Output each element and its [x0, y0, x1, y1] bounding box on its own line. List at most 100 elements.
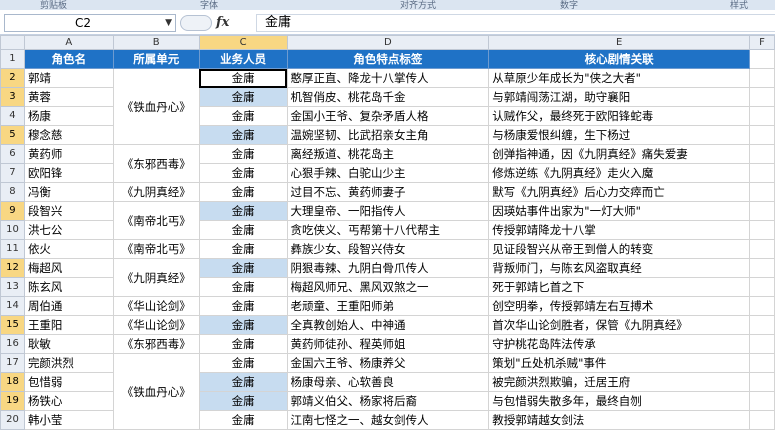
- empty-cell[interactable]: [748, 410, 775, 430]
- empty-cell[interactable]: [748, 87, 775, 107]
- cell-name[interactable]: 包惜弱: [23, 372, 114, 392]
- cell-plot[interactable]: 守护桃花岛阵法传承: [488, 334, 750, 354]
- column-header-e[interactable]: E: [488, 35, 750, 50]
- cell-tag[interactable]: 贪吃侠义、丐帮第十八代帮主: [286, 220, 490, 240]
- cell-name[interactable]: 欧阳锋: [23, 163, 114, 183]
- cell-staff[interactable]: 金庸: [198, 391, 288, 411]
- empty-cell[interactable]: [748, 220, 775, 240]
- row-header[interactable]: 4: [0, 106, 25, 126]
- empty-cell[interactable]: [748, 296, 775, 316]
- cell-tag[interactable]: 黄药师徒孙、程英师姐: [286, 334, 490, 354]
- row-header[interactable]: 17: [0, 353, 25, 373]
- cell-tag[interactable]: 梅超风师兄、黑风双煞之一: [286, 277, 490, 297]
- cell-unit[interactable]: 《九阴真经》: [112, 182, 200, 202]
- cell-plot[interactable]: 修炼逆练《九阴真经》走火入魔: [488, 163, 750, 183]
- cell-staff[interactable]: 金庸: [198, 68, 288, 88]
- row-header[interactable]: 12: [0, 258, 25, 278]
- cell-staff[interactable]: 金庸: [198, 182, 288, 202]
- empty-cell[interactable]: [748, 315, 775, 335]
- row-header[interactable]: 10: [0, 220, 25, 240]
- empty-cell[interactable]: [748, 258, 775, 278]
- empty-cell[interactable]: [748, 106, 775, 126]
- cell-staff[interactable]: 金庸: [198, 277, 288, 297]
- cell-name[interactable]: 韩小莹: [23, 410, 114, 430]
- cell-plot[interactable]: 与包惜弱失散多年，最终自刎: [488, 391, 750, 411]
- cell-staff[interactable]: 金庸: [198, 334, 288, 354]
- cell-tag[interactable]: 机智俏皮、桃花岛千金: [286, 87, 490, 107]
- cell-unit[interactable]: 《东邪西毒》: [112, 144, 200, 183]
- cell-staff[interactable]: 金庸: [198, 372, 288, 392]
- row-header[interactable]: 9: [0, 201, 25, 221]
- cell-staff[interactable]: 金庸: [198, 239, 288, 259]
- cell-staff[interactable]: 金庸: [198, 258, 288, 278]
- cell-plot[interactable]: 背叛师门，与陈玄风盗取真经: [488, 258, 750, 278]
- cell-plot[interactable]: 与郭靖闯荡江湖，助守襄阳: [488, 87, 750, 107]
- row-header[interactable]: 7: [0, 163, 25, 183]
- row-header[interactable]: 13: [0, 277, 25, 297]
- cell-plot[interactable]: 认贼作父，最终死于欧阳锋蛇毒: [488, 106, 750, 126]
- cell-staff[interactable]: 金庸: [198, 201, 288, 221]
- cell-plot[interactable]: 因瑛姑事件出家为"一灯大师": [488, 201, 750, 221]
- cell-tag[interactable]: 温婉坚韧、比武招亲女主角: [286, 125, 490, 145]
- column-header-f[interactable]: F: [748, 35, 775, 50]
- row-header[interactable]: 18: [0, 372, 25, 392]
- cell-plot[interactable]: 默写《九阴真经》后心力交瘁而亡: [488, 182, 750, 202]
- row-header[interactable]: 11: [0, 239, 25, 259]
- cell-staff[interactable]: 金庸: [198, 125, 288, 145]
- cell-plot[interactable]: 创空明拳，传授郭靖左右互搏术: [488, 296, 750, 316]
- cell-staff[interactable]: 金庸: [198, 410, 288, 430]
- cell-plot[interactable]: 首次华山论剑胜者，保管《九阴真经》: [488, 315, 750, 335]
- cell-staff[interactable]: 金庸: [198, 163, 288, 183]
- select-all-corner[interactable]: [0, 35, 25, 50]
- cell-plot[interactable]: 被完颜洪烈欺骗，迁居王府: [488, 372, 750, 392]
- row-header[interactable]: 16: [0, 334, 25, 354]
- cell-tag[interactable]: 老顽童、王重阳师弟: [286, 296, 490, 316]
- cell-plot[interactable]: 与杨康爱恨纠缠，生下杨过: [488, 125, 750, 145]
- cell-unit[interactable]: 《东邪西毒》: [112, 334, 200, 354]
- row-header[interactable]: 8: [0, 182, 25, 202]
- cell-name[interactable]: 洪七公: [23, 220, 114, 240]
- cell-tag[interactable]: 离经叛道、桃花岛主: [286, 144, 490, 164]
- insert-function-icon[interactable]: fx: [216, 15, 229, 30]
- empty-cell[interactable]: [748, 68, 775, 88]
- cell-plot[interactable]: 见证段智兴从帝王到僧人的转变: [488, 239, 750, 259]
- empty-cell[interactable]: [748, 144, 775, 164]
- cell-plot[interactable]: 教授郭靖越女剑法: [488, 410, 750, 430]
- formula-input[interactable]: 金庸: [256, 14, 775, 32]
- cell-tag[interactable]: 彝族少女、段智兴侍女: [286, 239, 490, 259]
- cell-name[interactable]: 黄蓉: [23, 87, 114, 107]
- empty-cell[interactable]: [748, 201, 775, 221]
- cell-name[interactable]: 冯衡: [23, 182, 114, 202]
- row-header[interactable]: 15: [0, 315, 25, 335]
- cell-name[interactable]: 杨铁心: [23, 391, 114, 411]
- empty-cell[interactable]: [748, 334, 775, 354]
- cell-plot[interactable]: 策划"丘处机杀贼"事件: [488, 353, 750, 373]
- empty-cell[interactable]: [748, 163, 775, 183]
- empty-cell[interactable]: [748, 391, 775, 411]
- cell-staff[interactable]: 金庸: [198, 315, 288, 335]
- cell-unit[interactable]: 《华山论剑》: [112, 315, 200, 335]
- header-plot[interactable]: 核心剧情关联: [488, 49, 750, 69]
- cell-tag[interactable]: 憨厚正直、降龙十八掌传人: [286, 68, 490, 88]
- cell-tag[interactable]: 大理皇帝、一阳指传人: [286, 201, 490, 221]
- cell-tag[interactable]: 心狠手辣、白驼山少主: [286, 163, 490, 183]
- empty-cell[interactable]: [748, 353, 775, 373]
- header-name[interactable]: 角色名: [23, 49, 114, 69]
- cell-name[interactable]: 段智兴: [23, 201, 114, 221]
- cell-tag[interactable]: 过目不忘、黄药师妻子: [286, 182, 490, 202]
- row-header[interactable]: 3: [0, 87, 25, 107]
- cell-staff[interactable]: 金庸: [198, 87, 288, 107]
- row-header[interactable]: 1: [0, 49, 25, 69]
- empty-cell[interactable]: [748, 239, 775, 259]
- cell-plot[interactable]: 传授郭靖降龙十八掌: [488, 220, 750, 240]
- cell-tag[interactable]: 阴狠毒辣、九阴白骨爪传人: [286, 258, 490, 278]
- column-header-d[interactable]: D: [286, 35, 490, 50]
- chevron-down-icon[interactable]: ▼: [95, 15, 172, 31]
- empty-cell[interactable]: [748, 125, 775, 145]
- cell-name[interactable]: 梅超风: [23, 258, 114, 278]
- empty-cell[interactable]: [748, 49, 775, 69]
- cell-tag[interactable]: 江南七怪之一、越女剑传人: [286, 410, 490, 430]
- cell-name[interactable]: 完颜洪烈: [23, 353, 114, 373]
- cell-staff[interactable]: 金庸: [198, 353, 288, 373]
- empty-cell[interactable]: [748, 277, 775, 297]
